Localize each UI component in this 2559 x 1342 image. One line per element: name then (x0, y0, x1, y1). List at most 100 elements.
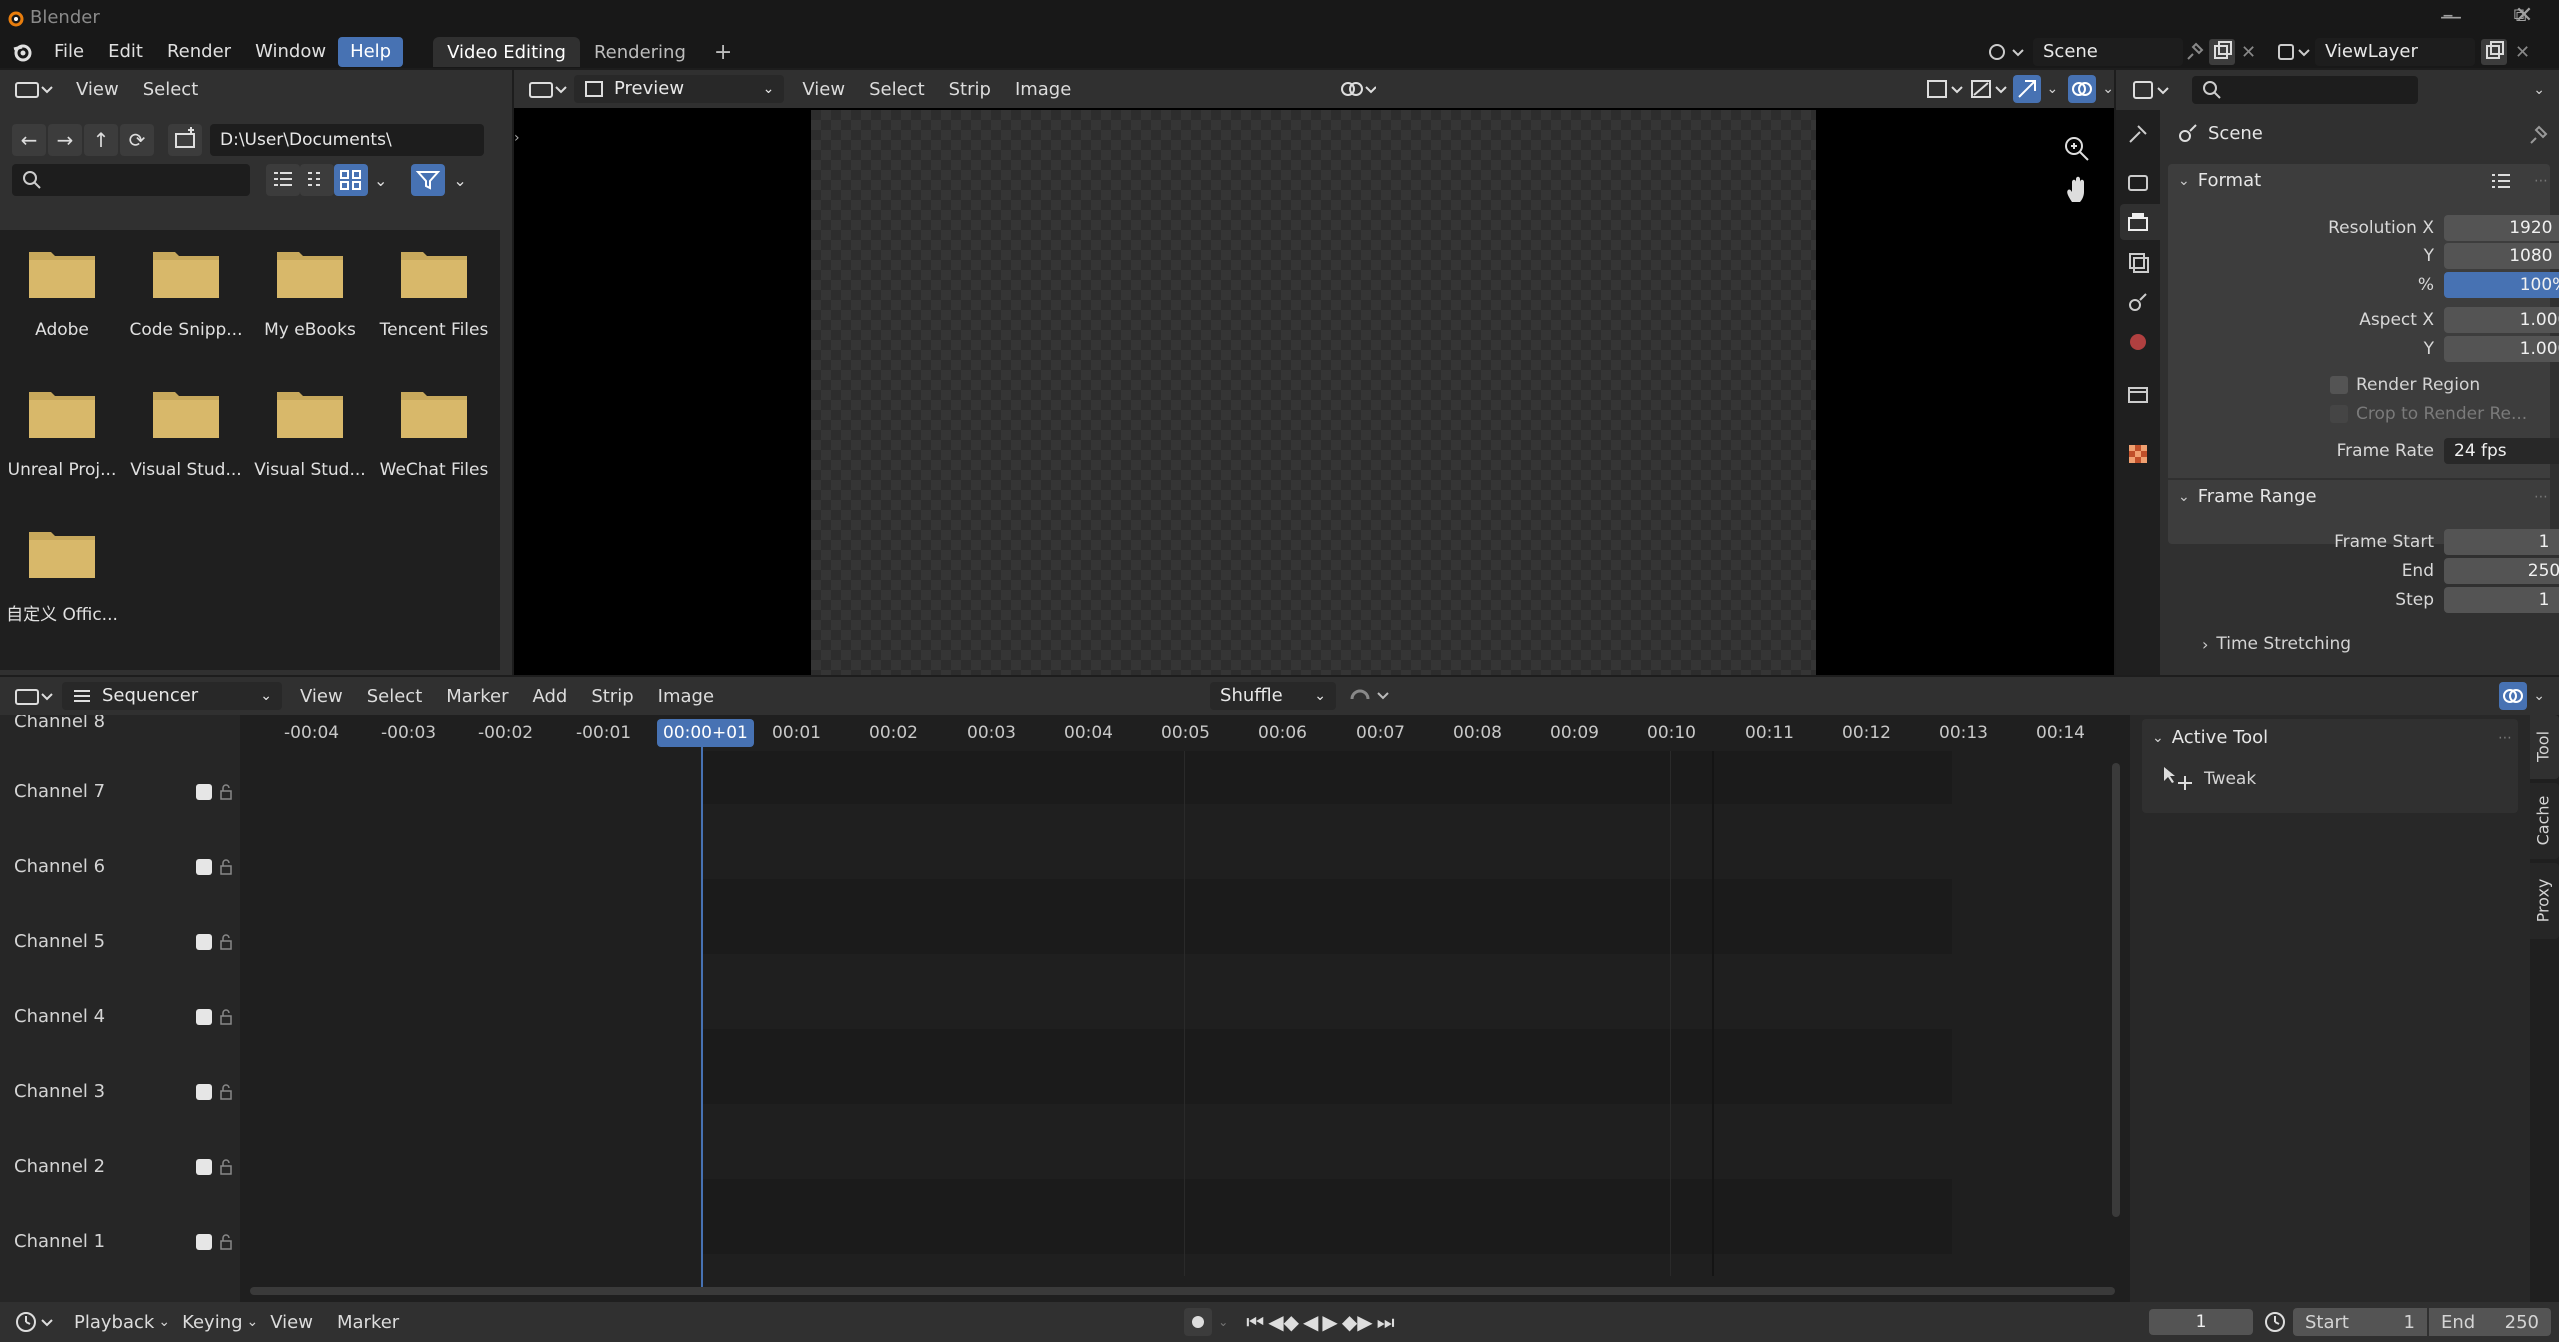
frame-rate-dropdown[interactable]: 24 fps⌄ (2444, 438, 2559, 464)
scene-tab-icon[interactable] (2126, 290, 2150, 314)
time-stretching-header[interactable]: › Time Stretching (2202, 634, 2351, 654)
format-section-header[interactable]: ⌄ Format ⋯ (2178, 170, 2548, 191)
forward-button[interactable]: → (48, 124, 82, 156)
folder-item[interactable]: 自定义 Offic... (2, 524, 122, 625)
frame-step-field[interactable]: 1 (2444, 587, 2559, 613)
parent-dir-button[interactable]: ↑ (84, 124, 118, 156)
folder-item[interactable]: My eBooks (250, 244, 370, 340)
next-keyframe-icon[interactable]: ◆▶ (1342, 1310, 1373, 1334)
delete-scene-icon[interactable]: ✕ (2241, 42, 2256, 63)
tool-tweak[interactable]: Tweak (2162, 765, 2256, 793)
mute-checkbox[interactable] (196, 1233, 212, 1250)
folder-item[interactable]: WeChat Files (374, 384, 494, 480)
lock-icon[interactable] (218, 1083, 234, 1100)
menu-view[interactable]: View (288, 686, 355, 707)
vertical-scrollbar[interactable] (2112, 763, 2120, 1217)
presets-list-icon[interactable] (2490, 171, 2512, 191)
menu-keying[interactable]: Keying (170, 1312, 254, 1333)
zoom-icon[interactable] (2062, 134, 2092, 164)
pan-hand-icon[interactable] (2064, 176, 2092, 206)
tab-cache[interactable]: Cache (2530, 783, 2559, 859)
play-reverse-icon[interactable]: ◀ (1303, 1310, 1318, 1334)
folder-item[interactable]: Unreal Proj... (2, 384, 122, 480)
mute-checkbox[interactable] (196, 783, 212, 800)
back-button[interactable]: ← (12, 124, 46, 156)
chevron-down-icon[interactable]: ⌄ (2047, 81, 2059, 97)
channel-name[interactable]: Channel 5 (14, 931, 105, 952)
folder-item[interactable]: Code Snipp... (126, 244, 246, 340)
scene-selector[interactable]: Scene ✕ (1985, 38, 2256, 66)
resolution-y-field[interactable]: 1080 px (2444, 243, 2559, 269)
menu-file[interactable]: File (42, 37, 96, 67)
view-type-dropdown[interactable]: Preview ⌄ (573, 75, 785, 103)
use-preview-range-icon[interactable] (2263, 1310, 2287, 1334)
file-search-input[interactable] (12, 164, 250, 196)
menu-edit[interactable]: Edit (96, 37, 155, 67)
world-tab-icon[interactable] (2126, 330, 2150, 354)
jump-end-icon[interactable]: ⏭ (1377, 1310, 1395, 1334)
snap-magnet-icon[interactable] (1346, 683, 1390, 709)
mute-checkbox[interactable] (196, 1008, 212, 1025)
menu-help[interactable]: Help (338, 37, 404, 67)
render-region-checkbox[interactable] (2330, 376, 2348, 394)
display-dropdown-icon[interactable]: ⌄ (374, 171, 387, 190)
start-frame-field[interactable]: Start 1 (2293, 1308, 2427, 1336)
channel-name[interactable]: Channel 2 (14, 1156, 105, 1177)
tab-rendering[interactable]: Rendering (580, 37, 700, 67)
end-frame-field[interactable]: End 250 (2429, 1308, 2551, 1336)
menu-view[interactable]: View (64, 79, 131, 100)
current-frame-field[interactable]: 1 (2149, 1309, 2253, 1335)
refresh-button[interactable]: ⟳ (120, 124, 154, 156)
display-list-horizontal-button[interactable] (300, 164, 334, 196)
frame-start-field[interactable]: 1 (2444, 529, 2559, 555)
close-window-button[interactable]: ✕ (2489, 2, 2559, 30)
gizmo-icon[interactable] (1970, 77, 2008, 101)
mute-checkbox[interactable] (196, 1158, 212, 1175)
blender-menu-icon[interactable] (12, 41, 34, 63)
menu-image[interactable]: Image (646, 686, 726, 707)
menu-strip[interactable]: Strip (579, 686, 645, 707)
aspect-x-field[interactable]: 1.000 (2444, 307, 2559, 333)
jump-start-icon[interactable]: ⏮ (1246, 1310, 1264, 1334)
sequencer-overlays-button[interactable] (2499, 682, 2528, 710)
folder-item[interactable]: Visual Stud... (126, 384, 246, 480)
viewlayer-name-field[interactable]: ViewLayer (2315, 38, 2475, 66)
tab-tool[interactable]: Tool (2530, 715, 2559, 779)
expand-toolbar-icon[interactable]: › (514, 130, 520, 146)
tab-video-editing[interactable]: Video Editing (433, 37, 580, 67)
view-layer-tab-icon[interactable] (2126, 250, 2150, 274)
show-gizmo-button[interactable] (2012, 75, 2041, 103)
lock-icon[interactable] (218, 933, 234, 950)
menu-strip[interactable]: Strip (937, 79, 1003, 100)
strip-area[interactable] (240, 751, 2115, 1276)
channel-name[interactable]: Channel 7 (14, 781, 105, 802)
channel-name[interactable]: Channel 6 (14, 856, 105, 877)
prev-keyframe-icon[interactable]: ◀◆ (1268, 1310, 1299, 1334)
editor-type-file-icon[interactable] (14, 77, 56, 101)
output-tab[interactable] (2120, 204, 2160, 240)
render-region-row[interactable]: Render Region (2330, 375, 2480, 395)
menu-marker[interactable]: Marker (434, 686, 520, 707)
channel-name[interactable]: Channel 8 (14, 715, 105, 732)
menu-window[interactable]: Window (243, 37, 338, 67)
sequencer-view-dropdown[interactable]: Sequencer ⌄ (62, 682, 282, 710)
menu-select[interactable]: Select (131, 79, 211, 100)
channel-name[interactable]: Channel 1 (14, 1231, 105, 1252)
lock-icon[interactable] (218, 783, 234, 800)
show-overlays-button[interactable] (2068, 75, 2097, 103)
texture-tab-icon[interactable] (2126, 442, 2150, 466)
lock-icon[interactable] (218, 858, 234, 875)
overlap-mode-dropdown[interactable]: Shuffle ⌄ (1210, 682, 1337, 710)
display-list-vertical-button[interactable] (266, 164, 300, 196)
drag-handle-icon[interactable]: ⋯ (2534, 489, 2548, 505)
preview-canvas[interactable] (811, 110, 1816, 675)
channel-name[interactable]: Channel 3 (14, 1081, 105, 1102)
menu-view[interactable]: View (790, 79, 857, 100)
lock-icon[interactable] (218, 1008, 234, 1025)
folder-item[interactable]: Visual Stud... (250, 384, 370, 480)
playhead-line[interactable] (701, 747, 703, 1287)
auto-keying-button[interactable] (1184, 1308, 1213, 1336)
menu-add[interactable]: Add (520, 686, 579, 707)
editor-type-sequencer-icon[interactable] (528, 77, 568, 101)
viewlayer-selector[interactable]: ViewLayer ✕ (2275, 38, 2530, 66)
